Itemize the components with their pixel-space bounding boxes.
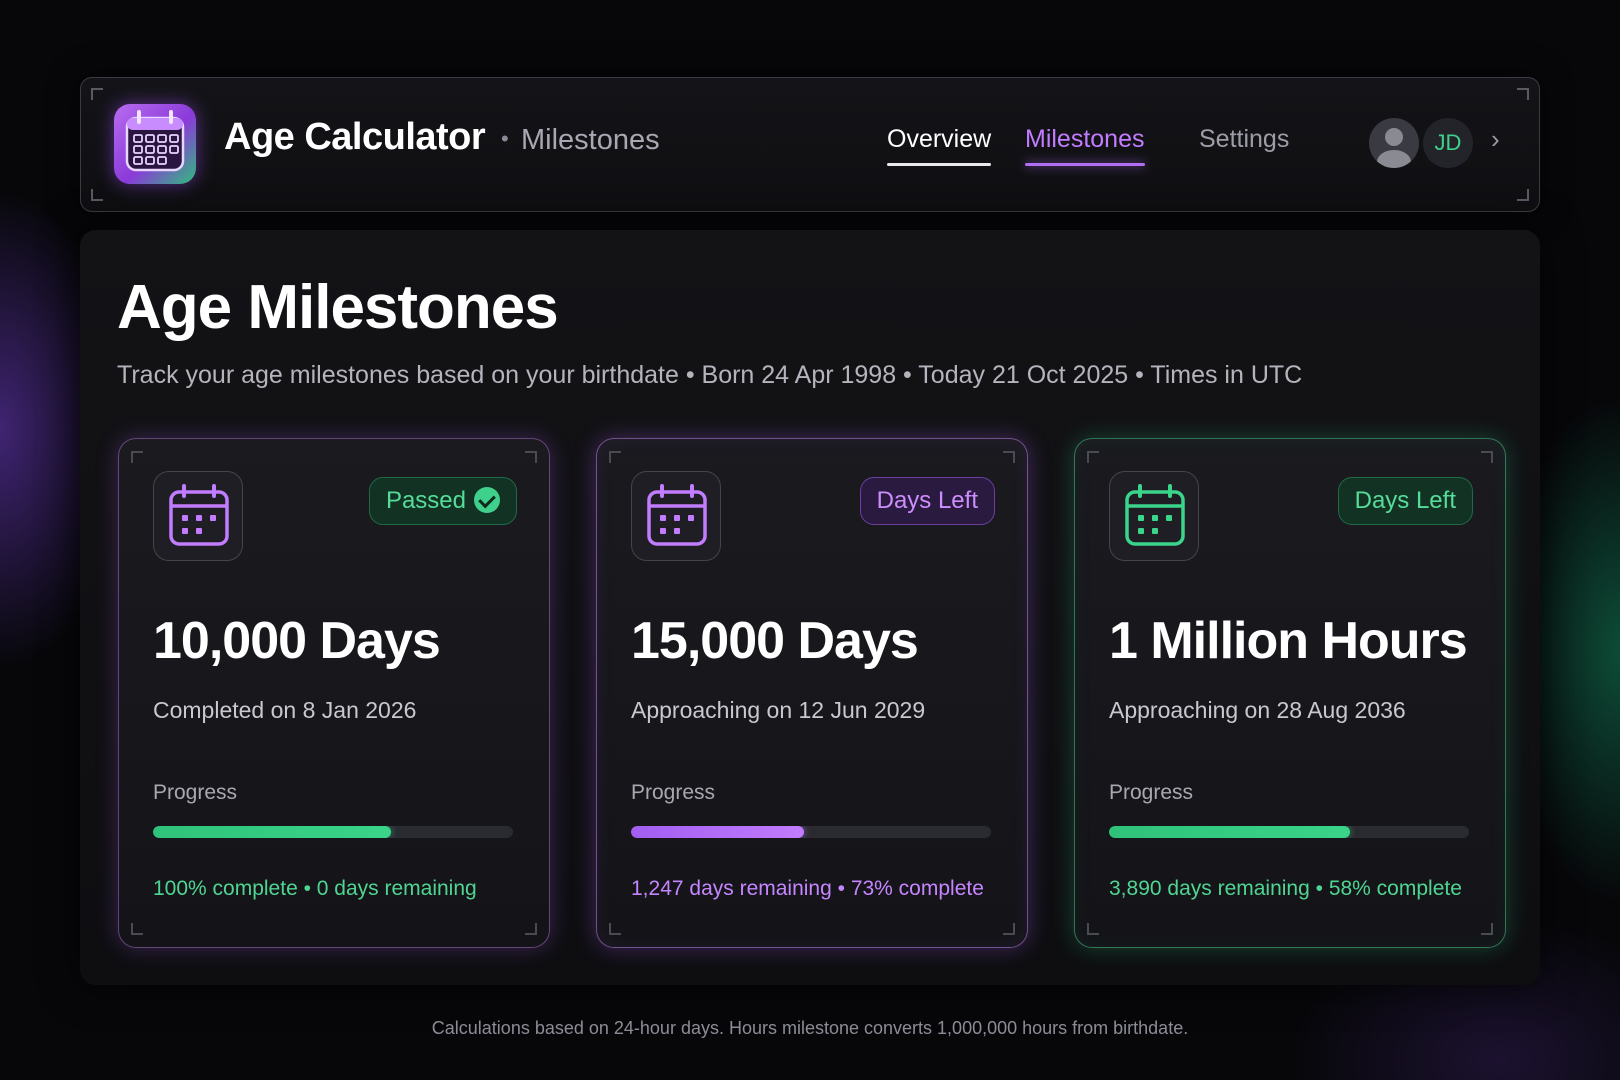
- frame-corner: [609, 923, 621, 935]
- calendar-icon[interactable]: [114, 104, 196, 184]
- page-title: Age Milestones: [117, 273, 559, 342]
- badge-label: Passed: [385, 487, 466, 514]
- status-badge-days-left: Days Left: [1337, 477, 1473, 525]
- milestone-date: Completed on 8 Jan 2026: [153, 697, 417, 723]
- progress-track: [1109, 826, 1469, 838]
- milestone-title: 10,000 Days: [153, 612, 441, 670]
- tab-settings[interactable]: Settings: [1199, 125, 1289, 154]
- tab-label: Overview: [887, 125, 992, 153]
- milestone-card-1-million-hours[interactable]: Days Left 1 Million Hours Approaching on…: [1074, 438, 1506, 948]
- frame-corner: [1517, 189, 1529, 201]
- tab-overview[interactable]: Overview: [887, 125, 992, 166]
- frame-corner: [131, 923, 143, 935]
- progress-status: 1,247 days remaining • 73% complete: [631, 877, 984, 900]
- progress-fill: [631, 826, 804, 838]
- user-initials-avatar[interactable]: JD: [1423, 118, 1473, 168]
- progress-fill: [1109, 826, 1351, 838]
- app-header: Age Calculator • Milestones Overview Mil…: [80, 77, 1540, 212]
- app-section-label: Milestones: [521, 124, 660, 156]
- frame-corner: [91, 189, 103, 201]
- frame-corner: [525, 923, 537, 935]
- page-subtitle: Track your age milestones based on your …: [117, 361, 1303, 389]
- progress-label: Progress: [631, 781, 716, 804]
- milestone-title: 1 Million Hours: [1109, 612, 1468, 670]
- chevron-right-icon[interactable]: ›: [1491, 124, 1500, 155]
- frame-corner: [1003, 451, 1015, 463]
- progress-track: [153, 826, 513, 838]
- frame-corner: [91, 88, 103, 100]
- milestone-card-15000-days[interactable]: Days Left 15,000 Days Approaching on 12 …: [596, 438, 1028, 948]
- check-circle-icon: [474, 486, 500, 513]
- status-badge-passed: Passed: [368, 477, 517, 525]
- user-avatar-icon[interactable]: [1369, 118, 1419, 168]
- frame-corner: [1481, 451, 1493, 463]
- frame-corner: [1003, 923, 1015, 935]
- frame-corner: [525, 451, 537, 463]
- status-badge-days-left: Days Left: [859, 477, 995, 525]
- frame-corner: [1087, 451, 1099, 463]
- footnote: Calculations based on 24-hour days. Hour…: [431, 1018, 1189, 1038]
- tab-label: Settings: [1199, 125, 1290, 153]
- milestone-date: Approaching on 28 Aug 2036: [1109, 697, 1406, 723]
- title-separator: •: [501, 126, 509, 151]
- tab-milestones[interactable]: Milestones: [1025, 125, 1145, 166]
- frame-corner: [1517, 88, 1529, 100]
- app-title: Age Calculator: [224, 116, 486, 158]
- frame-corner: [131, 451, 143, 463]
- progress-track: [631, 826, 991, 838]
- progress-label: Progress: [153, 781, 238, 804]
- progress-status: 3,890 days remaining • 58% complete: [1109, 877, 1462, 900]
- frame-corner: [1481, 923, 1493, 935]
- calendar-icon: [153, 471, 243, 561]
- frame-corner: [609, 451, 621, 463]
- tab-active-indicator: [1025, 163, 1145, 166]
- milestone-title: 15,000 Days: [631, 612, 919, 670]
- progress-fill: [153, 826, 391, 838]
- milestone-date: Approaching on 12 Jun 2029: [631, 697, 926, 723]
- calendar-icon: [1109, 471, 1199, 561]
- progress-label: Progress: [1109, 781, 1194, 804]
- tab-underline: [887, 163, 992, 166]
- milestone-card-10000-days[interactable]: Passed 10,000 Days Completed on 8 Jan 20…: [118, 438, 550, 948]
- frame-corner: [1087, 923, 1099, 935]
- progress-status: 100% complete • 0 days remaining: [153, 877, 477, 900]
- tab-label: Milestones: [1025, 125, 1145, 153]
- calendar-icon: [631, 471, 721, 561]
